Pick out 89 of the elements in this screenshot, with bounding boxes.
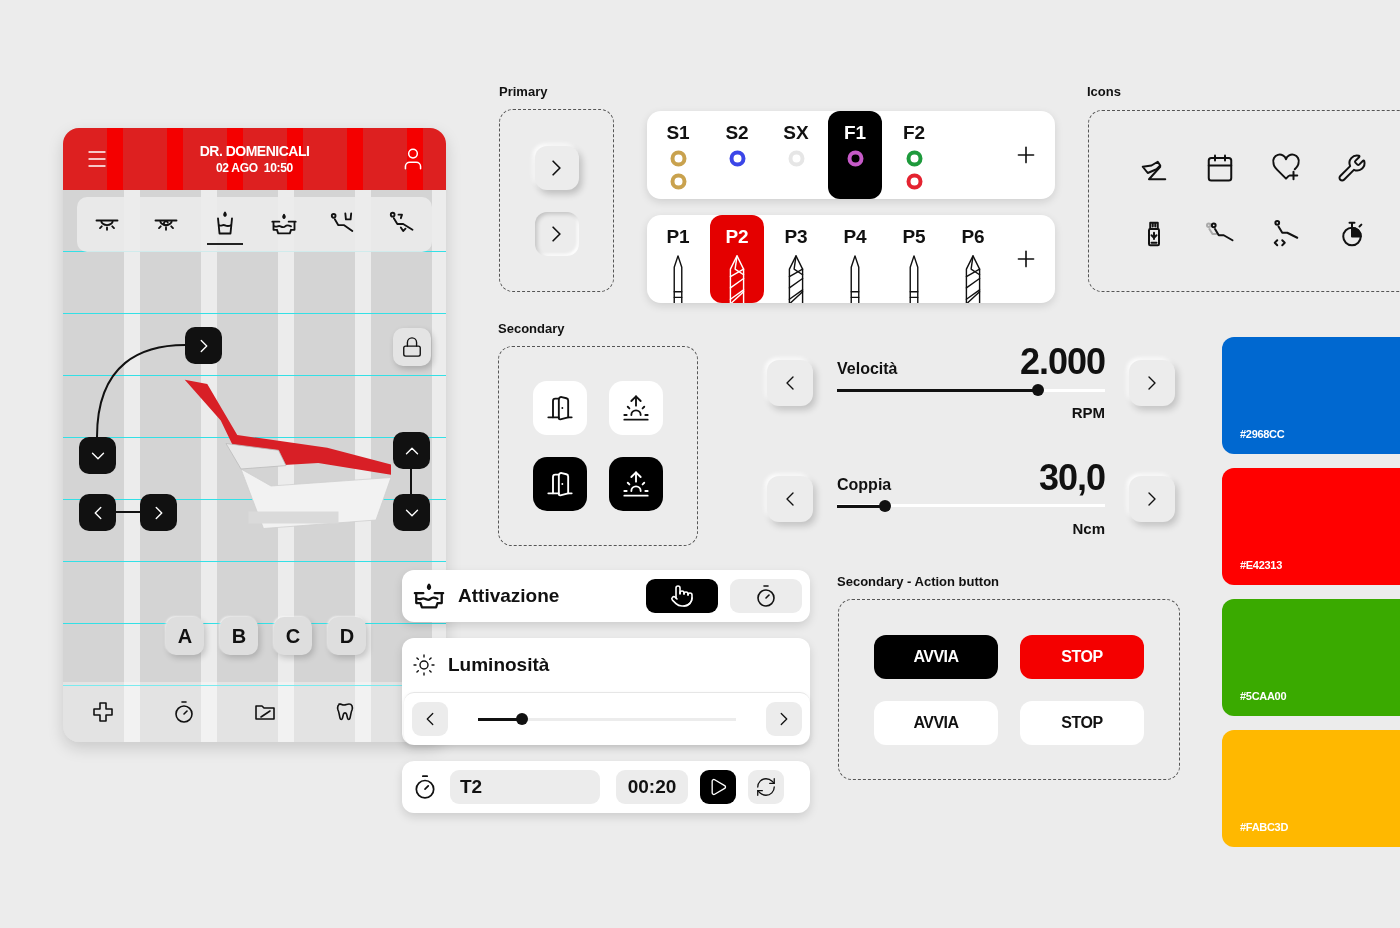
- unit-label: Ncm: [1072, 520, 1105, 537]
- hand-pointer-icon: [670, 584, 694, 608]
- bur-tab[interactable]: P2: [710, 215, 764, 303]
- section-title: Icons: [1087, 84, 1121, 99]
- preset-button[interactable]: A: [166, 617, 204, 655]
- card-title: Attivazione: [458, 585, 560, 607]
- slider-value: 2.000: [1019, 344, 1105, 380]
- door-button[interactable]: [533, 457, 587, 511]
- next-button[interactable]: [534, 145, 579, 190]
- bur-tab[interactable]: P4: [828, 215, 882, 303]
- syringe-tab[interactable]: F1: [828, 111, 882, 199]
- unit-label: RPM: [1071, 404, 1105, 421]
- chevron-right-icon: [552, 225, 561, 242]
- calendar-icon: [1205, 153, 1235, 183]
- preset-button[interactable]: C: [274, 617, 312, 655]
- slider-thumb[interactable]: [1032, 384, 1044, 396]
- syringe-tab[interactable]: F2: [887, 111, 941, 199]
- bur-label: P5: [902, 226, 926, 248]
- sunrise-icon: [622, 470, 650, 498]
- connector-line: [116, 511, 140, 513]
- reset-button[interactable]: [748, 770, 784, 804]
- mode-toggle[interactable]: [730, 579, 802, 613]
- slider-label: Velocità: [837, 360, 898, 378]
- bur-label: P3: [784, 226, 808, 248]
- card-title: Luminosità: [448, 654, 550, 676]
- forward-button[interactable]: [185, 327, 222, 364]
- wrench-icon: [1337, 153, 1367, 183]
- up-button[interactable]: [393, 432, 430, 469]
- bur-label: P6: [961, 226, 985, 248]
- next-button[interactable]: [534, 211, 579, 256]
- chair-move-icon: [1271, 219, 1301, 249]
- lock-button[interactable]: [393, 328, 431, 366]
- syringe-tab[interactable]: S1: [651, 111, 705, 199]
- bur-tab[interactable]: P5: [887, 215, 941, 303]
- lock-icon: [401, 336, 423, 358]
- light-button[interactable]: [609, 457, 663, 511]
- down-button[interactable]: [393, 494, 430, 531]
- chevron-right-icon: [552, 159, 561, 176]
- play-button[interactable]: [700, 770, 736, 804]
- section-title: Secondary: [498, 321, 565, 336]
- door-icon: [546, 470, 574, 498]
- slider-thumb[interactable]: [879, 500, 892, 512]
- syringe-tab[interactable]: S2: [710, 111, 764, 199]
- sunrise-icon: [622, 394, 650, 422]
- door-button[interactable]: [533, 381, 587, 435]
- syringe-tab[interactable]: SX: [769, 111, 823, 199]
- right-button[interactable]: [140, 494, 177, 531]
- syringe-label: SX: [783, 122, 809, 144]
- refresh-icon: [755, 776, 777, 798]
- bur-label: P4: [843, 226, 867, 248]
- slider-thumb[interactable]: [515, 713, 528, 725]
- door-icon: [546, 394, 574, 422]
- preset-button[interactable]: B: [220, 617, 258, 655]
- left-button[interactable]: [79, 494, 116, 531]
- slider-label: Coppia: [837, 476, 892, 494]
- nav-button[interactable]: [91, 700, 116, 724]
- down-button[interactable]: [79, 437, 116, 474]
- connector-line: [410, 469, 412, 494]
- syringe-label: F2: [902, 122, 926, 144]
- cross-icon: [91, 700, 116, 724]
- stopwatch-icon: [754, 584, 778, 608]
- section-title: Secondary - Action button: [837, 574, 1000, 589]
- timer-name-field[interactable]: T2: [450, 770, 600, 804]
- bur-tab[interactable]: P6: [946, 215, 1000, 303]
- stop-button[interactable]: STOP: [1020, 700, 1144, 745]
- start-button[interactable]: AVVIA: [874, 634, 998, 679]
- preset-button[interactable]: D: [328, 617, 366, 655]
- date-time: 02 AGO 10:50: [215, 161, 293, 175]
- bur-tab[interactable]: P3: [769, 215, 823, 303]
- light-button[interactable]: [609, 381, 663, 435]
- hex-code: #5CAA00: [1240, 690, 1287, 702]
- start-button[interactable]: AVVIA: [874, 700, 998, 745]
- bur-label: P2: [725, 226, 749, 248]
- hex-code: #2968CC: [1240, 428, 1285, 440]
- syringe-label: S2: [725, 122, 749, 144]
- slider-value: 30,0: [1038, 460, 1105, 496]
- syringe-label: S1: [666, 122, 690, 144]
- bur-tab[interactable]: P1: [651, 215, 705, 303]
- doctor-name: DR. DOMENICALI: [199, 143, 310, 159]
- hex-code: #E42313: [1240, 559, 1282, 571]
- time-field[interactable]: 00:20: [616, 770, 688, 804]
- hex-code: #FABC3D: [1240, 821, 1289, 833]
- syringe-label: F1: [843, 122, 867, 144]
- section-title: Primary: [499, 84, 548, 99]
- sun-icon: [412, 653, 436, 677]
- stop-button[interactable]: STOP: [1020, 634, 1144, 679]
- bur-label: P1: [666, 226, 690, 248]
- heart-plus-icon: [1271, 153, 1301, 183]
- mode-toggle[interactable]: [646, 579, 718, 613]
